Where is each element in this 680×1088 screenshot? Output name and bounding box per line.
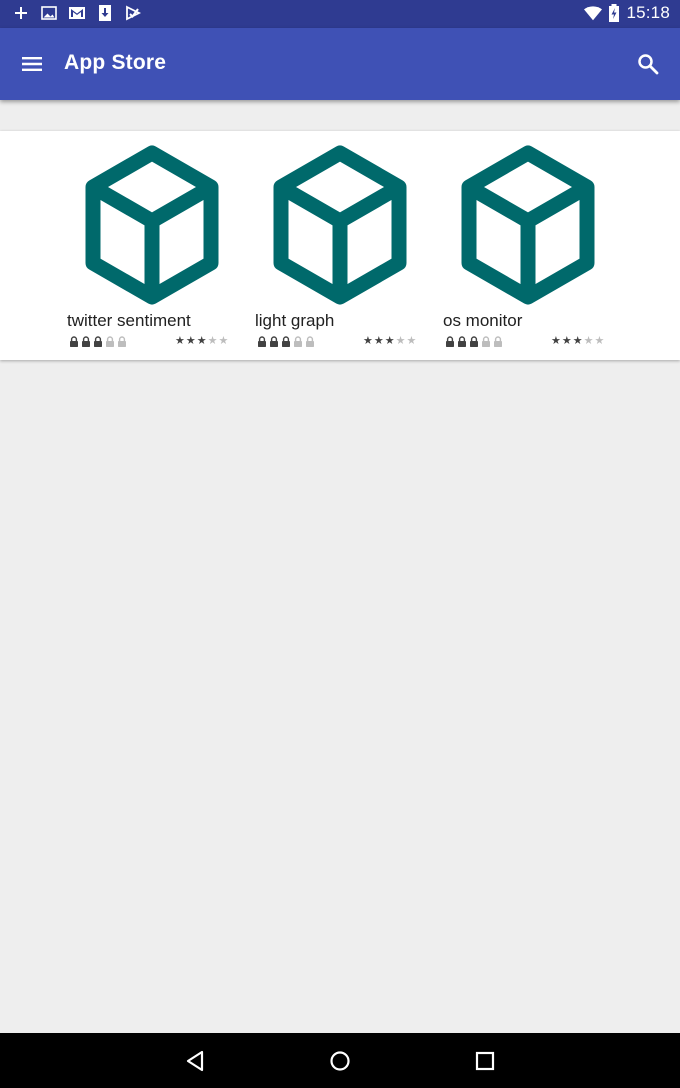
star-empty-icon: ★ xyxy=(218,335,229,347)
star-empty-icon: ★ xyxy=(583,335,594,347)
image-icon xyxy=(41,6,57,20)
play-store-icon xyxy=(126,5,142,21)
lock-empty-icon xyxy=(106,336,114,347)
star-empty-icon: ★ xyxy=(406,335,417,347)
rating-stars: ★ ★ ★ ★ ★ xyxy=(551,336,604,347)
status-bar: 15:18 xyxy=(0,0,680,28)
cube-icon xyxy=(461,145,595,305)
app-name: light graph xyxy=(255,311,335,330)
plus-icon xyxy=(15,7,27,19)
apps-card: twitter sentiment ★ ★ ★ ★ ★ light graph ★ ★ ★ ★… xyxy=(0,131,680,360)
lock-filled-icon xyxy=(446,336,454,347)
lock-empty-icon xyxy=(118,336,126,347)
navigation-bar xyxy=(0,1033,680,1088)
search-icon[interactable] xyxy=(636,52,660,76)
lock-empty-icon xyxy=(482,336,490,347)
clock: 15:18 xyxy=(626,3,670,22)
notification-icons xyxy=(12,4,142,22)
wifi-icon xyxy=(584,6,603,21)
app-tile[interactable]: twitter sentiment ★ ★ ★ ★ ★ xyxy=(67,131,243,360)
rating-stars: ★ ★ ★ ★ ★ xyxy=(363,336,416,347)
lock-filled-icon xyxy=(458,336,466,347)
system-icons: 15:18 xyxy=(584,3,670,23)
star-filled-icon: ★ xyxy=(175,335,185,347)
permission-locks xyxy=(69,336,127,347)
hamburger-menu-icon[interactable] xyxy=(20,52,44,76)
star-filled-icon: ★ xyxy=(551,335,561,347)
download-icon xyxy=(99,5,111,21)
lock-filled-icon xyxy=(282,336,290,347)
star-filled-icon: ★ xyxy=(373,335,384,347)
star-filled-icon: ★ xyxy=(363,335,373,347)
lock-empty-icon xyxy=(494,336,502,347)
recents-icon[interactable] xyxy=(473,1049,497,1073)
lock-empty-icon xyxy=(306,336,314,347)
star-empty-icon: ★ xyxy=(594,335,605,347)
cube-icon xyxy=(273,145,407,305)
star-empty-icon: ★ xyxy=(395,335,406,347)
star-filled-icon: ★ xyxy=(185,335,196,347)
app-bar: App Store xyxy=(0,28,680,100)
lock-filled-icon xyxy=(258,336,266,347)
app-name: twitter sentiment xyxy=(67,311,191,330)
app-tile[interactable]: os monitor ★ ★ ★ ★ ★ xyxy=(443,131,619,360)
permission-locks xyxy=(257,336,315,347)
lock-filled-icon xyxy=(470,336,478,347)
star-filled-icon: ★ xyxy=(572,335,583,347)
home-icon[interactable] xyxy=(328,1049,352,1073)
star-filled-icon: ★ xyxy=(561,335,572,347)
app-tile[interactable]: light graph ★ ★ ★ ★ ★ xyxy=(255,131,431,360)
rating-stars: ★ ★ ★ ★ ★ xyxy=(175,336,228,347)
lock-empty-icon xyxy=(294,336,302,347)
app-name: os monitor xyxy=(443,311,523,330)
permission-locks xyxy=(445,336,503,347)
back-icon[interactable] xyxy=(183,1049,207,1073)
cube-icon xyxy=(85,145,219,305)
star-empty-icon: ★ xyxy=(207,335,218,347)
lock-filled-icon xyxy=(70,336,78,347)
lock-filled-icon xyxy=(94,336,102,347)
lock-filled-icon xyxy=(82,336,90,347)
star-filled-icon: ★ xyxy=(384,335,395,347)
star-filled-icon: ★ xyxy=(196,335,207,347)
battery-charging-icon xyxy=(609,4,620,22)
gmail-icon xyxy=(69,7,85,19)
app-title: App Store xyxy=(64,51,167,74)
lock-filled-icon xyxy=(270,336,278,347)
